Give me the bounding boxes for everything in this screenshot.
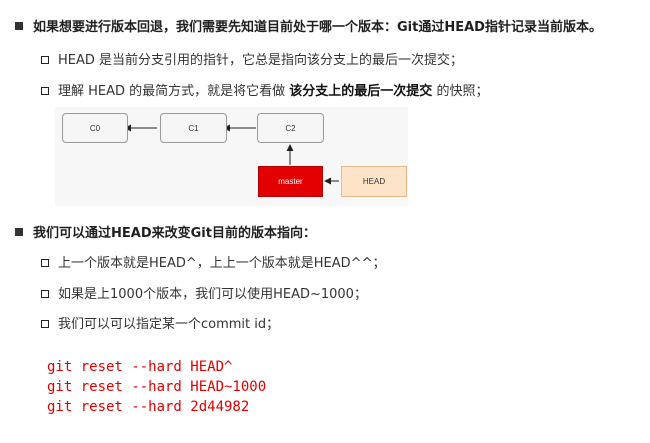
section2-point-3: 我们可以可以指定某一个commit id； (41, 313, 279, 332)
section1-heading: 如果想要进行版本回退，我们需要先知道目前处于哪一个版本：Git通过HEAD指针记… (15, 16, 602, 35)
section1-point-1: HEAD 是当前分支引用的指针，它总是指向该分支上的最后一次提交； (41, 49, 463, 68)
master-branch-node: master (258, 166, 323, 197)
section2-heading: 我们可以通过HEAD来改变Git目前的版本指向： (15, 222, 316, 241)
code-line-3: git reset --hard 2d44982 (47, 399, 250, 415)
square-bullet-icon (15, 22, 23, 30)
commit-graph-diagram: C0 C1 C2 master HEAD (55, 107, 408, 206)
commit-node-c2: C2 (257, 113, 324, 143)
hollow-square-bullet-icon (41, 259, 49, 267)
section2-point-1: 上一个版本就是HEAD^，上上一个版本就是HEAD^^； (41, 252, 385, 271)
hollow-square-bullet-icon (41, 290, 49, 298)
hollow-square-bullet-icon (41, 320, 49, 328)
section2-point-2: 如果是上1000个版本，我们可以使用HEAD~1000； (41, 283, 367, 302)
code-line-1: git reset --hard HEAD^ (47, 359, 233, 375)
code-line-2: git reset --hard HEAD~1000 (47, 379, 267, 395)
head-pointer-node: HEAD (341, 166, 407, 197)
commit-node-c1: C1 (160, 113, 227, 143)
section1-point-2: 理解 HEAD 的最简方式，就是将它看做 该分支上的最后一次提交 的快照； (41, 80, 488, 99)
hollow-square-bullet-icon (41, 56, 49, 64)
square-bullet-icon (15, 228, 23, 236)
commit-node-c0: C0 (62, 113, 128, 143)
hollow-square-bullet-icon (41, 87, 49, 95)
emphasis-text: 该分支上的最后一次提交 (289, 84, 433, 99)
